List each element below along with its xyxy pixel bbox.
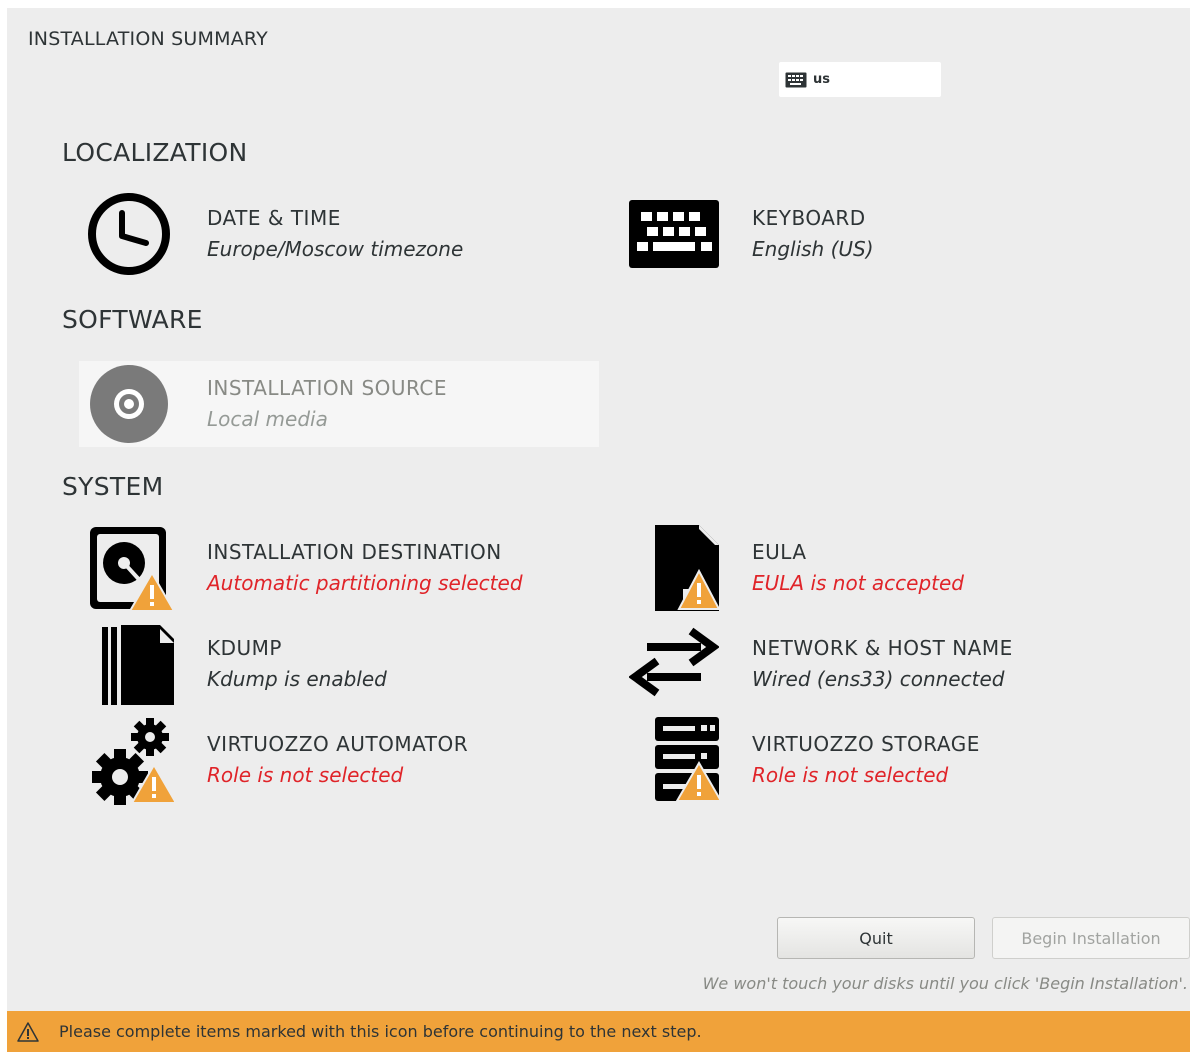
spoke-title: INSTALLATION SOURCE: [207, 376, 448, 400]
spoke-eula[interactable]: EULA EULA is not accepted: [624, 525, 1144, 611]
spoke-title: DATE & TIME: [207, 206, 341, 230]
spoke-network-host-name[interactable]: NETWORK & HOST NAME Wired (ens33) connec…: [624, 621, 1144, 707]
keyboard-layout-indicator[interactable]: us: [779, 62, 941, 97]
spoke-title: INSTALLATION DESTINATION: [207, 540, 502, 564]
disc-icon: [79, 361, 179, 447]
gears-icon: [79, 717, 179, 805]
section-localization: LOCALIZATION: [62, 138, 248, 167]
spoke-installation-destination[interactable]: INSTALLATION DESTINATION Automatic parti…: [79, 525, 599, 612]
begin-installation-button[interactable]: Begin Installation: [992, 917, 1190, 959]
spoke-status: Role is not selected: [207, 763, 404, 787]
section-system: SYSTEM: [62, 472, 164, 501]
network-arrows-icon: [624, 621, 724, 707]
spoke-title: VIRTUOZZO STORAGE: [752, 732, 980, 756]
spoke-status: EULA is not accepted: [752, 571, 964, 595]
spoke-status: Wired (ens33) connected: [752, 667, 1005, 691]
keyboard-layout-label: us: [813, 72, 830, 87]
harddisk-icon: [79, 525, 179, 612]
spoke-status: Automatic partitioning selected: [207, 571, 523, 595]
installer-window: INSTALLATION SUMMARY us LOCALIZATION DAT…: [7, 8, 1190, 1052]
spoke-keyboard[interactable]: KEYBOARD English (US): [624, 191, 1144, 277]
spoke-virtuozzo-storage[interactable]: VIRTUOZZO STORAGE Role is not selected: [624, 717, 1144, 803]
document-icon: [624, 525, 724, 611]
footer-note: We won't touch your disks until you clic…: [702, 974, 1188, 993]
spoke-kdump[interactable]: KDUMP Kdump is enabled: [79, 621, 599, 707]
keyboard-icon: [624, 191, 724, 277]
spoke-title: EULA: [752, 540, 807, 564]
spoke-status: Kdump is enabled: [207, 667, 387, 691]
spoke-status: Europe/Moscow timezone: [207, 237, 464, 261]
kdump-icon: [79, 621, 179, 707]
spoke-date-time[interactable]: DATE & TIME Europe/Moscow timezone: [79, 191, 599, 277]
clock-icon: [79, 191, 179, 277]
spoke-status: Role is not selected: [752, 763, 949, 787]
spoke-title: KDUMP: [207, 636, 282, 660]
spoke-title: NETWORK & HOST NAME: [752, 636, 1013, 660]
page-title: INSTALLATION SUMMARY: [28, 28, 268, 50]
section-software: SOFTWARE: [62, 305, 203, 334]
keyboard-icon: [785, 72, 807, 88]
server-icon: [624, 717, 724, 803]
spoke-title: KEYBOARD: [752, 206, 866, 230]
spoke-installation-source[interactable]: INSTALLATION SOURCE Local media: [79, 361, 599, 447]
spoke-status: English (US): [752, 237, 874, 261]
spoke-status: Local media: [207, 407, 328, 431]
spoke-title: VIRTUOZZO AUTOMATOR: [207, 732, 469, 756]
warning-bar: Please complete items marked with this i…: [7, 1011, 1190, 1052]
spoke-virtuozzo-automator[interactable]: VIRTUOZZO AUTOMATOR Role is not selected: [79, 717, 599, 805]
warning-icon: [17, 1021, 39, 1042]
quit-button[interactable]: Quit: [777, 917, 975, 959]
warning-text: Please complete items marked with this i…: [59, 1022, 702, 1041]
